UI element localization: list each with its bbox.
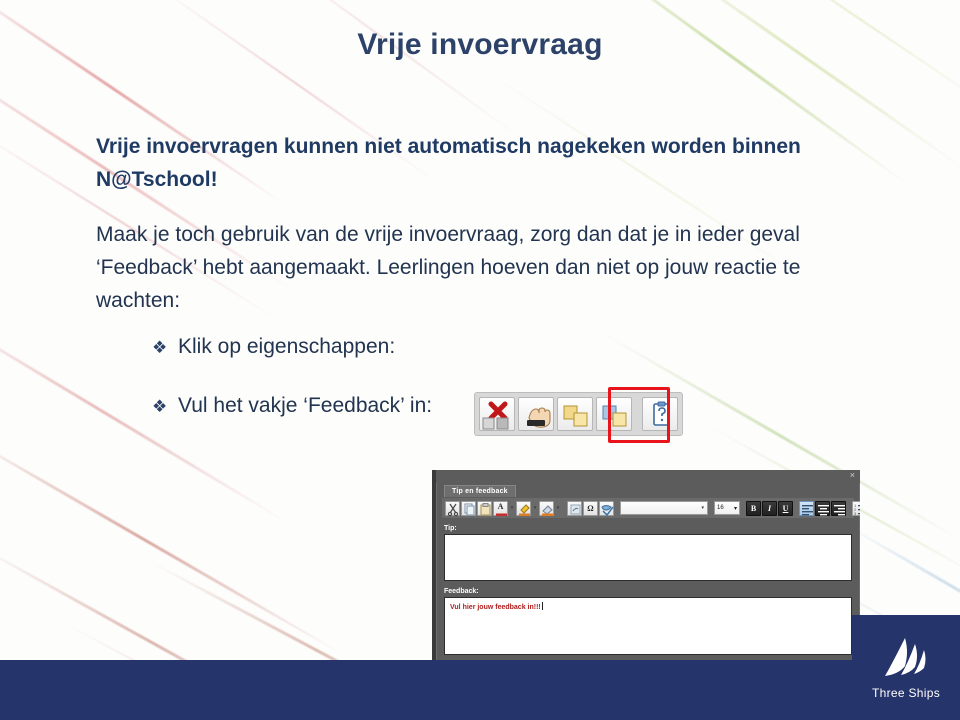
diamond-bullet-icon: ❖ (152, 397, 168, 416)
properties-icon[interactable] (642, 397, 678, 431)
ordered-list-glyph: 123 (854, 503, 860, 516)
italic-icon[interactable]: I (762, 500, 777, 516)
paste-icon[interactable] (596, 397, 632, 431)
feedback-field-label: Feedback: (444, 588, 479, 595)
tab-tip-en-feedback[interactable]: Tip en feedback (444, 485, 516, 497)
paste-icon-glyph (602, 405, 627, 427)
special-character-icon[interactable]: Ω (583, 500, 598, 516)
ordered-list-icon[interactable]: 123 (852, 500, 860, 516)
chevron-down-icon: ▾ (733, 505, 737, 512)
align-left-icon[interactable] (799, 500, 814, 516)
copy-icon[interactable] (461, 500, 476, 516)
page-title: Vrije invoervraag (357, 28, 603, 61)
copy-icon-glyph (464, 503, 475, 515)
highlight-icon-glyph (519, 503, 530, 516)
font-family-select[interactable]: ▾ (620, 501, 708, 515)
font-size-value: 16 (717, 505, 724, 511)
align-right-glyph (834, 504, 845, 515)
underline-icon[interactable]: U (778, 500, 793, 516)
align-right-icon[interactable] (831, 500, 846, 516)
brand-logo-text: Three Ships (872, 685, 940, 700)
dialog-titlebar: × (436, 470, 860, 483)
align-center-glyph (818, 504, 829, 515)
highlight-color-icon[interactable] (516, 500, 531, 516)
text-cursor (541, 602, 543, 610)
background-icon-glyph (542, 504, 553, 516)
chevron-down-icon[interactable]: ▾ (532, 501, 538, 516)
hand-icon-glyph (527, 407, 551, 428)
list-item-label: Klik op eigenschappen: (178, 335, 396, 358)
slide-body: Vrije invoervragen kunnen niet automatis… (96, 130, 852, 425)
font-color-bar (496, 513, 507, 516)
paragraph-intro: Vrije invoervragen kunnen niet automatis… (96, 135, 801, 191)
tip-field-label: Tip: (444, 525, 457, 532)
chevron-down-icon[interactable]: ▾ (509, 501, 515, 516)
spellcheck-icon-glyph (601, 504, 614, 516)
close-icon[interactable]: × (850, 471, 855, 480)
feedback-input-value: Vul hier jouw feedback in!!! (450, 604, 541, 611)
copy-icon[interactable] (557, 397, 593, 431)
slide-canvas: Vrije invoervraag Vrije invoervragen kun… (0, 0, 960, 720)
align-center-icon[interactable] (815, 500, 830, 516)
align-left-glyph (802, 504, 813, 515)
background-color-icon[interactable] (539, 500, 554, 516)
three-ships-sails-icon (885, 637, 926, 676)
cut-icon[interactable] (445, 500, 460, 516)
list-item: ❖ Klik op eigenschappen: (96, 329, 852, 366)
footer-band (0, 660, 960, 720)
brand-logo: Three Ships (852, 615, 960, 720)
svg-text:3: 3 (854, 511, 857, 516)
paste-icon[interactable] (477, 500, 492, 516)
spellcheck-icon[interactable] (599, 500, 614, 516)
feedback-input[interactable]: Vul hier jouw feedback in!!! (444, 597, 852, 655)
tip-input[interactable] (444, 534, 852, 581)
chevron-down-icon: ▾ (701, 505, 704, 511)
copy-icon-glyph (563, 405, 588, 427)
chevron-down-icon[interactable]: ▾ (555, 501, 561, 516)
editor-toolbar: A ▾ ▾ ▾ Ω ▾ 16 ▾ B I U 1 2 3 (442, 498, 860, 518)
hand-icon[interactable] (518, 397, 554, 431)
delete-icon-glyph (482, 401, 509, 430)
link-icon-glyph (570, 504, 581, 514)
font-size-select[interactable]: 16 ▾ (714, 501, 740, 515)
delete-icon[interactable] (479, 397, 515, 431)
list-item-label: Vul het vakje ‘Feedback’ in: (178, 394, 433, 417)
paragraph-feedback: Maak je toch gebruik van de vrije invoer… (96, 223, 801, 312)
paste-icon-glyph (480, 502, 491, 515)
bold-icon[interactable]: B (746, 500, 761, 516)
properties-toolbar (474, 387, 683, 443)
cut-icon-glyph (447, 503, 459, 516)
properties-icon-glyph (653, 401, 670, 426)
font-color-icon[interactable]: A (493, 500, 508, 516)
link-icon[interactable] (567, 500, 582, 516)
diamond-bullet-icon: ❖ (152, 338, 168, 357)
